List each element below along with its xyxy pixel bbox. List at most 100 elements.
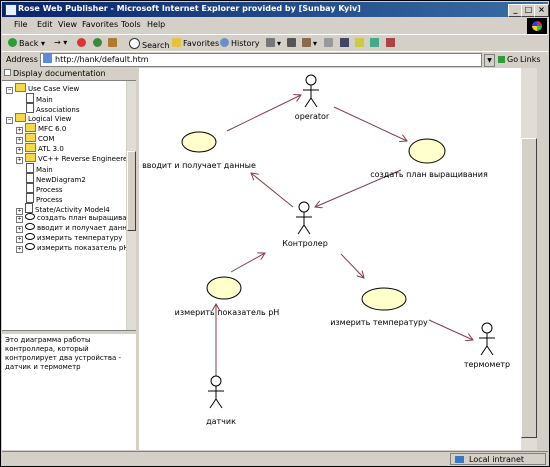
tree-item-atl[interactable]: + ATL 3.0: [16, 143, 64, 154]
usecase-temp-oval[interactable]: [361, 287, 407, 311]
go-button[interactable]: Go: [498, 55, 518, 64]
collapse-icon[interactable]: −: [6, 87, 13, 94]
tree-item-uc-plan[interactable]: +создать план выращивания: [16, 213, 126, 223]
tree-item-process-2[interactable]: Process: [26, 193, 63, 204]
tree-item-logical-view[interactable]: − Logical View: [6, 113, 71, 124]
address-dropdown[interactable]: ▼: [484, 54, 495, 67]
page-scroll-thumb[interactable]: [521, 138, 537, 438]
tree-scrollbar[interactable]: [126, 81, 136, 330]
tool-button-3[interactable]: [386, 38, 397, 48]
tool-button-2[interactable]: [370, 38, 381, 48]
actor-thermometer[interactable]: [479, 322, 495, 356]
home-icon: [108, 38, 117, 47]
checkbox-icon[interactable]: [4, 69, 11, 76]
tree-item-associations[interactable]: Associations: [26, 103, 80, 114]
usecase-ph-oval[interactable]: [206, 276, 242, 300]
folder-icon: [15, 113, 26, 122]
tree-item-uc-ph[interactable]: + измерить показатель pH: [16, 243, 126, 253]
usecase-plan-oval[interactable]: [408, 138, 446, 164]
page-scrollbar[interactable]: [521, 68, 537, 450]
discuss-icon: [324, 38, 333, 47]
edit-button[interactable]: ▾: [302, 38, 317, 48]
forward-button[interactable]: → ▾: [54, 38, 67, 47]
usecase-icon: [25, 213, 35, 220]
history-button[interactable]: History: [220, 38, 259, 48]
doc-icon: [26, 183, 34, 193]
expand-icon[interactable]: +: [16, 157, 23, 164]
history-icon: [220, 38, 229, 47]
discuss-button[interactable]: [324, 38, 335, 48]
filter-icon: [340, 38, 349, 47]
actor-operator[interactable]: [303, 74, 319, 108]
tree-item-vc-reverse[interactable]: + VC++ Reverse Engineered: [16, 153, 126, 164]
stop-button[interactable]: [77, 38, 88, 48]
ie-icon: [5, 4, 17, 16]
tree-item-main-2[interactable]: Main: [26, 163, 53, 174]
diagram-icon: [26, 173, 34, 183]
tree-item-state-activity[interactable]: + State/Activity Model4: [16, 203, 110, 215]
menu-view[interactable]: View: [58, 20, 77, 29]
expand-icon[interactable]: +: [16, 216, 23, 223]
close-button[interactable]: ×: [534, 4, 549, 17]
back-button[interactable]: Back ▾: [8, 38, 45, 48]
documentation-text: Это диаграмма работы контроллера, которы…: [5, 336, 122, 371]
expand-icon[interactable]: +: [16, 236, 23, 243]
address-input[interactable]: http://hank/default.htm: [40, 53, 482, 67]
tree-item-com[interactable]: + COM: [16, 133, 54, 144]
menu-file[interactable]: File: [14, 20, 27, 29]
left-pane: Display documentation − Use Case View Mai…: [2, 68, 136, 450]
tree-scroll-thumb[interactable]: [127, 151, 136, 231]
actor-controller[interactable]: [296, 201, 312, 235]
usecase-data-oval[interactable]: [181, 131, 217, 153]
pane-divider[interactable]: [2, 330, 136, 334]
menu-edit[interactable]: Edit: [37, 20, 53, 29]
actor-sensor[interactable]: [208, 375, 224, 409]
filter-button[interactable]: [340, 38, 351, 48]
tree-item-uc-data[interactable]: +вводит и получает данные: [16, 223, 126, 233]
association-temp-thermometer: [428, 319, 473, 340]
actor-controller-label: Контролер: [282, 239, 328, 248]
diagram-icon: [26, 163, 34, 173]
tool-icon: [386, 38, 395, 47]
links-button[interactable]: Links: [520, 55, 541, 64]
stop-icon: [77, 38, 86, 47]
tree-item-mfc[interactable]: + MFC 6.0: [16, 123, 66, 134]
menu-bar: File Edit View Favorites Tools Help: [2, 18, 548, 33]
browser-window: Rose Web Publisher - Microsoft Internet …: [0, 0, 550, 467]
tree-item-main[interactable]: Main: [26, 93, 53, 104]
search-icon: [129, 38, 140, 49]
display-documentation-toggle[interactable]: Display documentation: [2, 68, 136, 81]
menu-favorites[interactable]: Favorites: [82, 20, 118, 29]
collapse-icon[interactable]: −: [6, 117, 13, 124]
actor-operator-label: operator: [295, 112, 330, 121]
association-controller-data: [251, 173, 294, 208]
usecase-data-label: вводит и получает данные: [142, 161, 256, 170]
page-status-icon: [4, 454, 18, 464]
tree-item-newdiagram2[interactable]: NewDiagram2: [26, 173, 86, 184]
go-arrow-icon: [498, 56, 505, 63]
menu-tools[interactable]: Tools: [121, 20, 141, 29]
favorites-icon: [172, 38, 181, 47]
search-button[interactable]: Search: [129, 38, 169, 50]
favorites-button[interactable]: Favorites: [172, 38, 219, 48]
tree-item-process-1[interactable]: Process: [26, 183, 63, 194]
home-button[interactable]: [108, 38, 119, 48]
tool-button-1[interactable]: [355, 38, 366, 48]
doc-icon: [26, 193, 34, 203]
model-tree: − Use Case View Main Associations − Logica…: [2, 81, 126, 330]
page-icon: [43, 54, 52, 63]
refresh-button[interactable]: [93, 38, 104, 48]
doc-icon: [26, 103, 34, 113]
folder-icon: [15, 83, 26, 92]
mail-button[interactable]: ▾: [266, 38, 281, 48]
expand-icon[interactable]: +: [16, 226, 23, 233]
tree-item-uc-temp[interactable]: + измерить температуру: [16, 233, 122, 243]
menu-help[interactable]: Help: [147, 20, 165, 29]
zone-indicator: Local intranet: [450, 453, 546, 465]
window-title: Rose Web Publisher - Microsoft Internet …: [18, 4, 361, 13]
print-button[interactable]: [287, 38, 298, 48]
tree-item-use-case-view[interactable]: − Use Case View: [6, 83, 79, 94]
edit-icon: [302, 38, 311, 47]
expand-icon[interactable]: +: [16, 246, 23, 253]
address-bar: Address http://hank/default.htm ▼ Go Lin…: [2, 51, 548, 68]
